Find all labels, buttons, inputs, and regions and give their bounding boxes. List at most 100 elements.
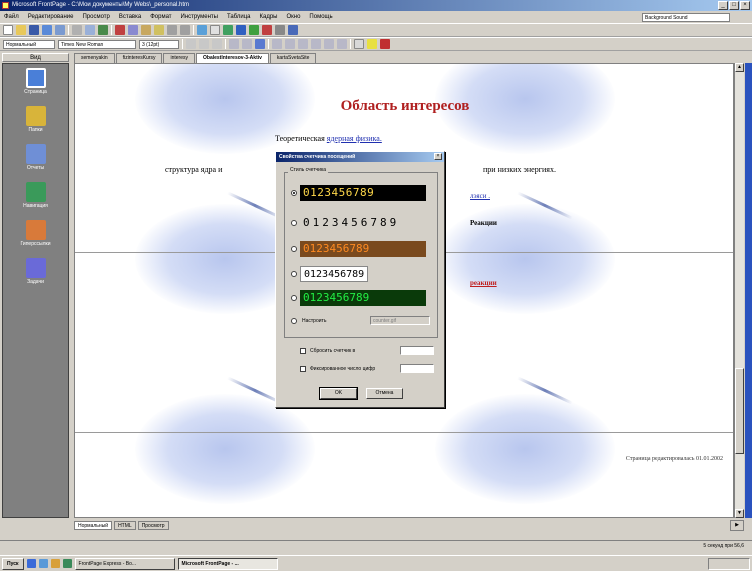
doc-tab[interactable]: semenyakin: [74, 53, 115, 63]
tab-preview[interactable]: Просмотр: [137, 520, 169, 530]
font-color-icon[interactable]: [380, 39, 390, 49]
decrease-font-icon[interactable]: [285, 39, 295, 49]
doc-tab-active[interactable]: ObalestInteresov-3-Aktiv: [196, 53, 269, 63]
maximize-button[interactable]: □: [729, 1, 739, 10]
view-page[interactable]: Страница: [3, 68, 68, 95]
menu-table[interactable]: Таблица: [227, 14, 251, 20]
size-select[interactable]: 3 (12pt): [139, 39, 179, 49]
start-button[interactable]: Пуск: [2, 557, 24, 570]
decrease-indent-icon[interactable]: [324, 39, 334, 49]
scroll-right-arrow[interactable]: ▶: [730, 520, 744, 531]
border-icon[interactable]: [354, 39, 364, 49]
new-page-icon[interactable]: [3, 25, 13, 35]
preview-icon[interactable]: [85, 25, 95, 35]
italic-icon[interactable]: [199, 39, 209, 49]
style-radio-2[interactable]: [291, 220, 297, 226]
menu-window[interactable]: Окно: [286, 14, 300, 20]
style-radio-5[interactable]: [291, 295, 297, 301]
view-navigation[interactable]: Навигация: [3, 182, 68, 209]
insert-picture-icon[interactable]: [223, 25, 233, 35]
bold-icon[interactable]: [186, 39, 196, 49]
style-radio-3[interactable]: [291, 246, 297, 252]
body-link-fragment[interactable]: лэяси .: [470, 192, 490, 200]
menu-tools[interactable]: Инструменты: [181, 14, 218, 20]
custom-image-field[interactable]: counter.gif: [370, 316, 430, 325]
style-radio-1[interactable]: [291, 190, 297, 196]
menu-format[interactable]: Формат: [150, 14, 171, 20]
vertical-scrollbar[interactable]: ▲ ▼: [734, 63, 744, 518]
help-icon[interactable]: [288, 25, 298, 35]
cancel-button[interactable]: Отмена: [366, 388, 403, 399]
align-center-icon[interactable]: [242, 39, 252, 49]
counter-style-4[interactable]: 0123456789: [300, 266, 368, 282]
align-left-icon[interactable]: [229, 39, 239, 49]
align-right-icon[interactable]: [255, 39, 265, 49]
style-radio-4[interactable]: [291, 271, 297, 277]
format-painter-icon[interactable]: [154, 25, 164, 35]
print-icon[interactable]: [72, 25, 82, 35]
menu-file[interactable]: Файл: [4, 14, 19, 20]
menu-frames[interactable]: Кадры: [259, 14, 277, 20]
menu-view[interactable]: Просмотр: [82, 14, 109, 20]
increase-font-icon[interactable]: [272, 39, 282, 49]
view-reports[interactable]: Отчеты: [3, 144, 68, 171]
tab-normal[interactable]: Нормальный: [74, 520, 113, 530]
tab-html[interactable]: HTML: [114, 520, 136, 530]
scroll-up-arrow[interactable]: ▲: [735, 63, 744, 72]
numbering-icon[interactable]: [298, 39, 308, 49]
desktop-quicklaunch-icon[interactable]: [38, 559, 48, 568]
window-titlebar[interactable]: Microsoft FrontPage - C:\Мои документы\M…: [0, 0, 752, 11]
scroll-down-arrow[interactable]: ▼: [735, 509, 744, 518]
folder-list-icon[interactable]: [55, 25, 65, 35]
outlook-quicklaunch-icon[interactable]: [50, 559, 60, 568]
scroll-thumb[interactable]: [735, 368, 744, 454]
dialog-title[interactable]: Свойства счетчика посещений: [276, 152, 444, 162]
menu-help[interactable]: Помощь: [309, 14, 332, 20]
view-hyperlinks[interactable]: Гиперссылки: [3, 220, 68, 247]
counter-style-5[interactable]: 0123456789: [300, 290, 426, 306]
counter-style-3[interactable]: 0123456789: [300, 241, 426, 257]
fixed-digits-field[interactable]: [400, 364, 434, 373]
insert-table-icon[interactable]: [210, 25, 220, 35]
save-icon[interactable]: [29, 25, 39, 35]
style-select[interactable]: Нормальный: [3, 39, 55, 49]
menu-insert[interactable]: Вставка: [119, 14, 141, 20]
counter-style-1[interactable]: 0123456789: [300, 185, 426, 201]
spelling-icon[interactable]: [98, 25, 108, 35]
minimize-button[interactable]: _: [718, 1, 728, 10]
taskbar-task-active[interactable]: Microsoft FrontPage - ...: [177, 557, 278, 570]
reactions-link[interactable]: реакции: [470, 279, 497, 287]
redo-icon[interactable]: [180, 25, 190, 35]
ok-button[interactable]: OK: [319, 387, 358, 400]
taskbar-task[interactable]: FrontPage Express - Bo...: [74, 557, 175, 570]
insert-component-icon[interactable]: [197, 25, 207, 35]
menu-edit[interactable]: Редактирование: [28, 14, 74, 20]
doc-tab[interactable]: interesy: [163, 53, 195, 63]
font-select[interactable]: Times New Roman: [58, 39, 136, 49]
doc-tab[interactable]: fizinteresKursy: [115, 53, 163, 63]
show-all-icon[interactable]: [275, 25, 285, 35]
publish-icon[interactable]: [42, 25, 52, 35]
undo-icon[interactable]: [167, 25, 177, 35]
nuclear-physics-link[interactable]: ядерная физика.: [327, 134, 382, 143]
bullets-icon[interactable]: [311, 39, 321, 49]
increase-indent-icon[interactable]: [337, 39, 347, 49]
question-box[interactable]: Background Sound: [642, 13, 730, 22]
cut-icon[interactable]: [115, 25, 125, 35]
copy-icon[interactable]: [128, 25, 138, 35]
reset-counter-checkbox[interactable]: [300, 348, 306, 354]
hyperlink-icon[interactable]: [236, 25, 246, 35]
app-quicklaunch-icon[interactable]: [62, 559, 72, 568]
counter-style-2[interactable]: 0123456789: [300, 215, 432, 231]
open-icon[interactable]: [16, 25, 26, 35]
doc-tab[interactable]: kartaSvetaSite: [269, 53, 317, 63]
highlight-icon[interactable]: [367, 39, 377, 49]
refresh-icon[interactable]: [249, 25, 259, 35]
dialog-close-button[interactable]: ×: [434, 153, 442, 160]
close-button[interactable]: ×: [740, 1, 750, 10]
style-radio-custom[interactable]: [291, 318, 297, 324]
paste-icon[interactable]: [141, 25, 151, 35]
underline-icon[interactable]: [212, 39, 222, 49]
view-folders[interactable]: Папки: [3, 106, 68, 133]
stop-icon[interactable]: [262, 25, 272, 35]
